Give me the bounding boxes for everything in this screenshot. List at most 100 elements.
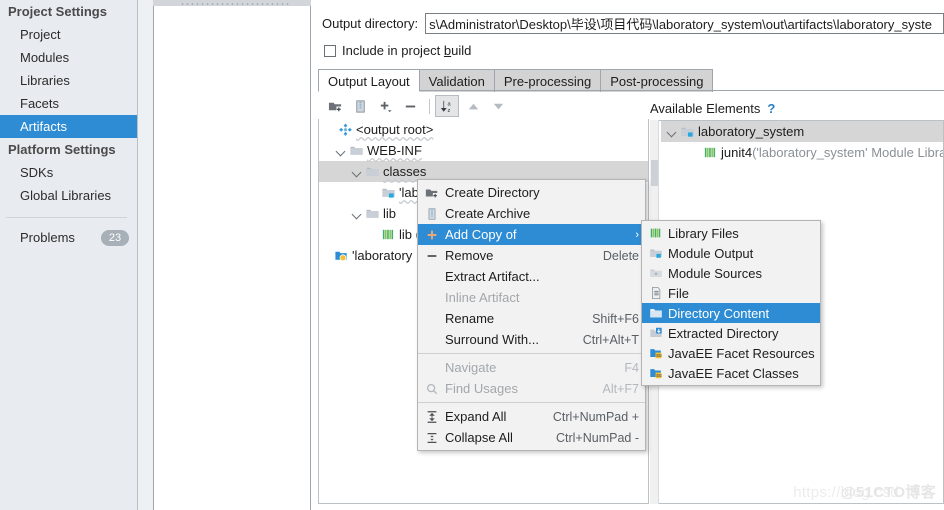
menu-item-navigate: Navigate F4 — [418, 357, 645, 378]
svg-text:z: z — [447, 108, 450, 114]
sidebar-item-sdks[interactable]: SDKs — [0, 161, 137, 184]
menu-separator — [418, 402, 645, 403]
create-directory-icon — [423, 186, 440, 200]
menu-item-extract-artifact[interactable]: Extract Artifact... — [418, 266, 645, 287]
tree-row-label: WEB-INF — [367, 143, 422, 158]
remove-icon — [423, 249, 440, 263]
tree-context-menu: Create Directory Create Archive Add Copy… — [417, 179, 646, 451]
menu-label: Find Usages — [445, 381, 518, 396]
menu-item-inline-artifact: Inline Artifact — [418, 287, 645, 308]
menu-label: Navigate — [445, 360, 497, 375]
available-elements-scroll-thumb[interactable] — [651, 160, 658, 186]
tree-twisty[interactable] — [323, 123, 337, 137]
tree-row-suffix: ('laboratory_system' Module Libra — [752, 145, 944, 160]
submenu-item-javaee-facet-classes[interactable]: EE JavaEE Facet Classes — [642, 363, 820, 383]
sidebar-divider — [6, 217, 127, 218]
module-output-icon — [680, 124, 695, 139]
collapse-all-icon — [423, 431, 440, 445]
add-copy-icon — [423, 228, 440, 242]
problems-label: Problems — [20, 230, 75, 245]
folder-icon — [365, 164, 380, 179]
output-directory-input[interactable]: s\Administrator\Desktop\毕设\项目代码\laborato… — [425, 12, 944, 34]
menu-item-create-directory[interactable]: Create Directory — [418, 182, 645, 203]
tab-post-processing[interactable]: Post-processing — [600, 69, 714, 92]
move-up-icon[interactable] — [462, 96, 484, 116]
tree-twisty[interactable] — [350, 165, 364, 179]
facet-resources-icon: EE — [647, 346, 664, 360]
artifact-tabs: Output Layout Validation Pre-processing … — [318, 68, 714, 92]
file-icon — [647, 286, 664, 300]
submenu-item-directory-content[interactable]: Directory Content — [642, 303, 820, 323]
menu-label: Remove — [445, 248, 494, 263]
settings-sidebar: Project Settings Project Modules Librari… — [0, 0, 138, 510]
sidebar-item-global-libraries[interactable]: Global Libraries — [0, 184, 137, 207]
tab-validation[interactable]: Validation — [418, 69, 495, 92]
sidebar-item-problems[interactable]: Problems 23 — [0, 226, 137, 249]
chevron-right-icon: › — [635, 228, 639, 241]
tree-twisty[interactable] — [334, 144, 348, 158]
menu-shortcut: F4 — [624, 360, 639, 375]
help-icon[interactable]: ? — [767, 101, 775, 116]
sidebar-item-modules[interactable]: Modules — [0, 46, 137, 69]
menu-label: Add Copy of — [445, 227, 517, 242]
menu-shortcut: Delete — [602, 248, 639, 263]
submenu-label: JavaEE Facet Classes — [668, 365, 799, 381]
submenu-label: JavaEE Facet Resources — [668, 345, 815, 361]
tree-row[interactable]: laboratory_system — [661, 121, 943, 142]
menu-shortcut: Ctrl+NumPad - — [555, 430, 639, 445]
menu-shortcut: Ctrl+NumPad + — [552, 409, 639, 424]
menu-item-find-usages: Find Usages Alt+F7 — [418, 378, 645, 399]
menu-item-collapse-all[interactable]: Collapse All Ctrl+NumPad - — [418, 427, 645, 448]
include-in-project-build-row[interactable]: Include in project build — [324, 43, 471, 58]
artifacts-list-panel[interactable] — [153, 6, 311, 510]
sidebar-group-project-settings: Project Settings — [8, 4, 107, 19]
submenu-item-library-files[interactable]: Library Files — [642, 223, 820, 243]
tree-twisty[interactable] — [665, 125, 679, 139]
sidebar-item-facets[interactable]: Facets — [0, 92, 137, 115]
submenu-label: File — [668, 285, 689, 301]
submenu-item-file[interactable]: File — [642, 283, 820, 303]
expand-all-icon — [423, 410, 440, 424]
menu-item-surround-with[interactable]: Surround With... Ctrl+Alt+T — [418, 329, 645, 350]
menu-item-rename[interactable]: Rename Shift+F6 — [418, 308, 645, 329]
submenu-item-extracted-directory[interactable]: Extracted Directory — [642, 323, 820, 343]
submenu-item-javaee-facet-resources[interactable]: EE JavaEE Facet Resources — [642, 343, 820, 363]
menu-label: Create Archive — [445, 206, 531, 221]
tree-row-label: 'laboratory — [352, 248, 413, 263]
menu-item-create-archive[interactable]: Create Archive — [418, 203, 645, 224]
tree-row[interactable]: junit4 ('laboratory_system' Module Libra — [661, 142, 943, 163]
menu-item-expand-all[interactable]: Expand All Ctrl+NumPad + — [418, 406, 645, 427]
tree-row-label: classes — [383, 164, 427, 179]
create-directory-icon[interactable] — [324, 96, 346, 116]
sidebar-item-libraries[interactable]: Libraries — [0, 69, 137, 92]
submenu-item-module-sources[interactable]: Module Sources — [642, 263, 820, 283]
sidebar-item-project[interactable]: Project — [0, 23, 137, 46]
create-archive-icon[interactable] — [349, 96, 371, 116]
include-in-project-build-label: Include in project build — [342, 43, 472, 58]
sidebar-item-artifacts[interactable]: Artifacts — [0, 115, 137, 138]
move-down-icon[interactable] — [487, 96, 509, 116]
menu-item-add-copy-of[interactable]: Add Copy of › — [418, 224, 645, 245]
sort-alphabetically-icon[interactable]: az — [435, 95, 459, 117]
add-copy-icon[interactable] — [374, 96, 396, 116]
menu-label: Extract Artifact... — [445, 269, 540, 284]
toolbar-divider — [429, 98, 430, 114]
menu-shortcut: Shift+F6 — [592, 311, 639, 326]
tree-twisty[interactable] — [350, 207, 364, 221]
menu-label: Inline Artifact — [445, 290, 520, 305]
sidebar-gutter — [138, 0, 153, 510]
menu-item-remove[interactable]: Remove Delete — [418, 245, 645, 266]
submenu-label: Extracted Directory — [668, 325, 779, 341]
tree-row[interactable]: WEB-INF — [319, 140, 648, 161]
facet-resources-icon — [334, 248, 349, 263]
sidebar-group-platform-settings: Platform Settings — [8, 142, 116, 157]
menu-shortcut: Ctrl+Alt+T — [582, 332, 639, 347]
submenu-item-module-output[interactable]: Module Output — [642, 243, 820, 263]
tab-output-layout[interactable]: Output Layout — [318, 69, 420, 92]
tab-pre-processing[interactable]: Pre-processing — [493, 69, 602, 92]
output-directory-row: Output directory: s\Administrator\Deskto… — [322, 11, 944, 35]
menu-label: Rename — [445, 311, 495, 326]
tree-row[interactable]: <output root> — [319, 119, 648, 140]
remove-icon[interactable] — [399, 96, 421, 116]
include-in-project-build-checkbox[interactable] — [324, 44, 336, 57]
